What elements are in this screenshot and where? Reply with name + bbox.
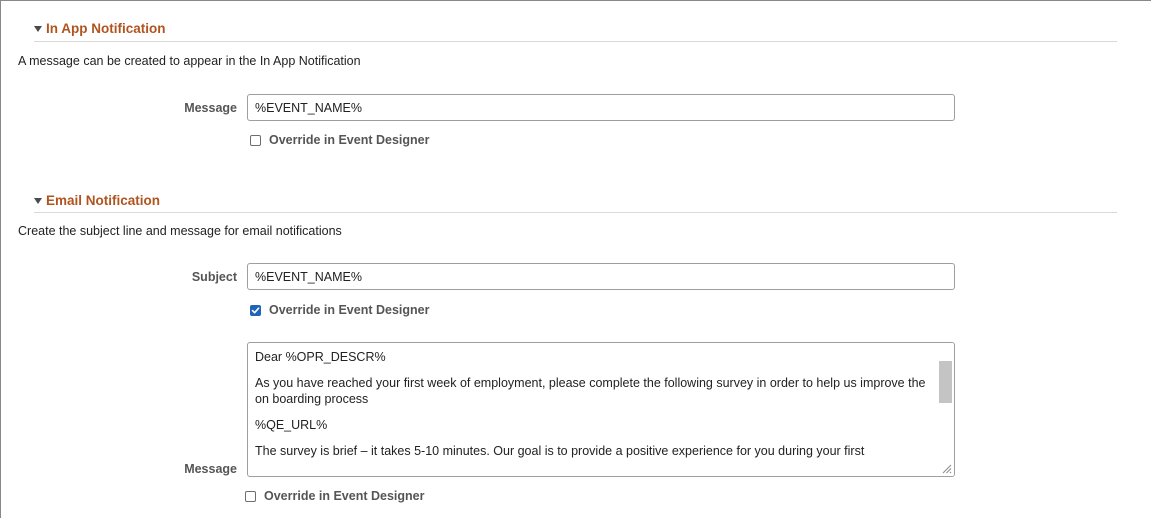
email-message-override-checkbox[interactable] — [245, 490, 256, 502]
email-subject-label: Subject — [191, 270, 237, 284]
triangle-down-icon — [34, 25, 42, 32]
in-app-divider — [34, 41, 1117, 42]
email-message-paragraph: The survey is brief – it takes 5-10 minu… — [255, 444, 865, 458]
in-app-message-input[interactable] — [247, 94, 955, 121]
in-app-section-toggle[interactable]: In App Notification — [34, 21, 165, 36]
in-app-description: A message can be created to appear in th… — [18, 54, 361, 68]
email-divider — [34, 212, 1117, 213]
email-subject-override-checkbox[interactable] — [250, 304, 261, 316]
email-message-override-label: Override in Event Designer — [264, 489, 425, 503]
email-subject-override-label: Override in Event Designer — [269, 303, 430, 317]
in-app-section-title: In App Notification — [46, 21, 166, 36]
email-section-toggle[interactable]: Email Notification — [34, 193, 160, 208]
email-section-title: Email Notification — [46, 193, 161, 208]
email-message-paragraph: As you have reached your first week of e… — [255, 376, 926, 406]
check-icon — [251, 306, 260, 313]
email-message-content[interactable]: Dear %OPR_DESCR% As you have reached you… — [248, 343, 936, 476]
triangle-down-icon — [34, 197, 42, 204]
email-message-label: Message — [184, 462, 237, 476]
in-app-override-checkbox[interactable] — [250, 134, 261, 146]
email-subject-override-row[interactable]: Override in Event Designer — [250, 303, 429, 317]
in-app-message-label: Message — [184, 101, 237, 115]
email-message-textarea[interactable]: Dear %OPR_DESCR% As you have reached you… — [247, 342, 955, 477]
email-message-paragraph: Dear %OPR_DESCR% — [255, 350, 386, 364]
email-subject-input[interactable] — [247, 263, 955, 290]
in-app-override-checkbox-row[interactable]: Override in Event Designer — [250, 133, 429, 147]
in-app-override-label: Override in Event Designer — [269, 133, 430, 147]
scroll-thumb[interactable] — [939, 361, 952, 403]
email-description: Create the subject line and message for … — [18, 224, 342, 238]
email-message-override-row[interactable]: Override in Event Designer — [245, 489, 424, 503]
email-message-scrollbar[interactable] — [937, 343, 954, 476]
email-message-paragraph: %QE_URL% — [255, 418, 328, 432]
resize-grip-icon[interactable] — [941, 463, 952, 474]
